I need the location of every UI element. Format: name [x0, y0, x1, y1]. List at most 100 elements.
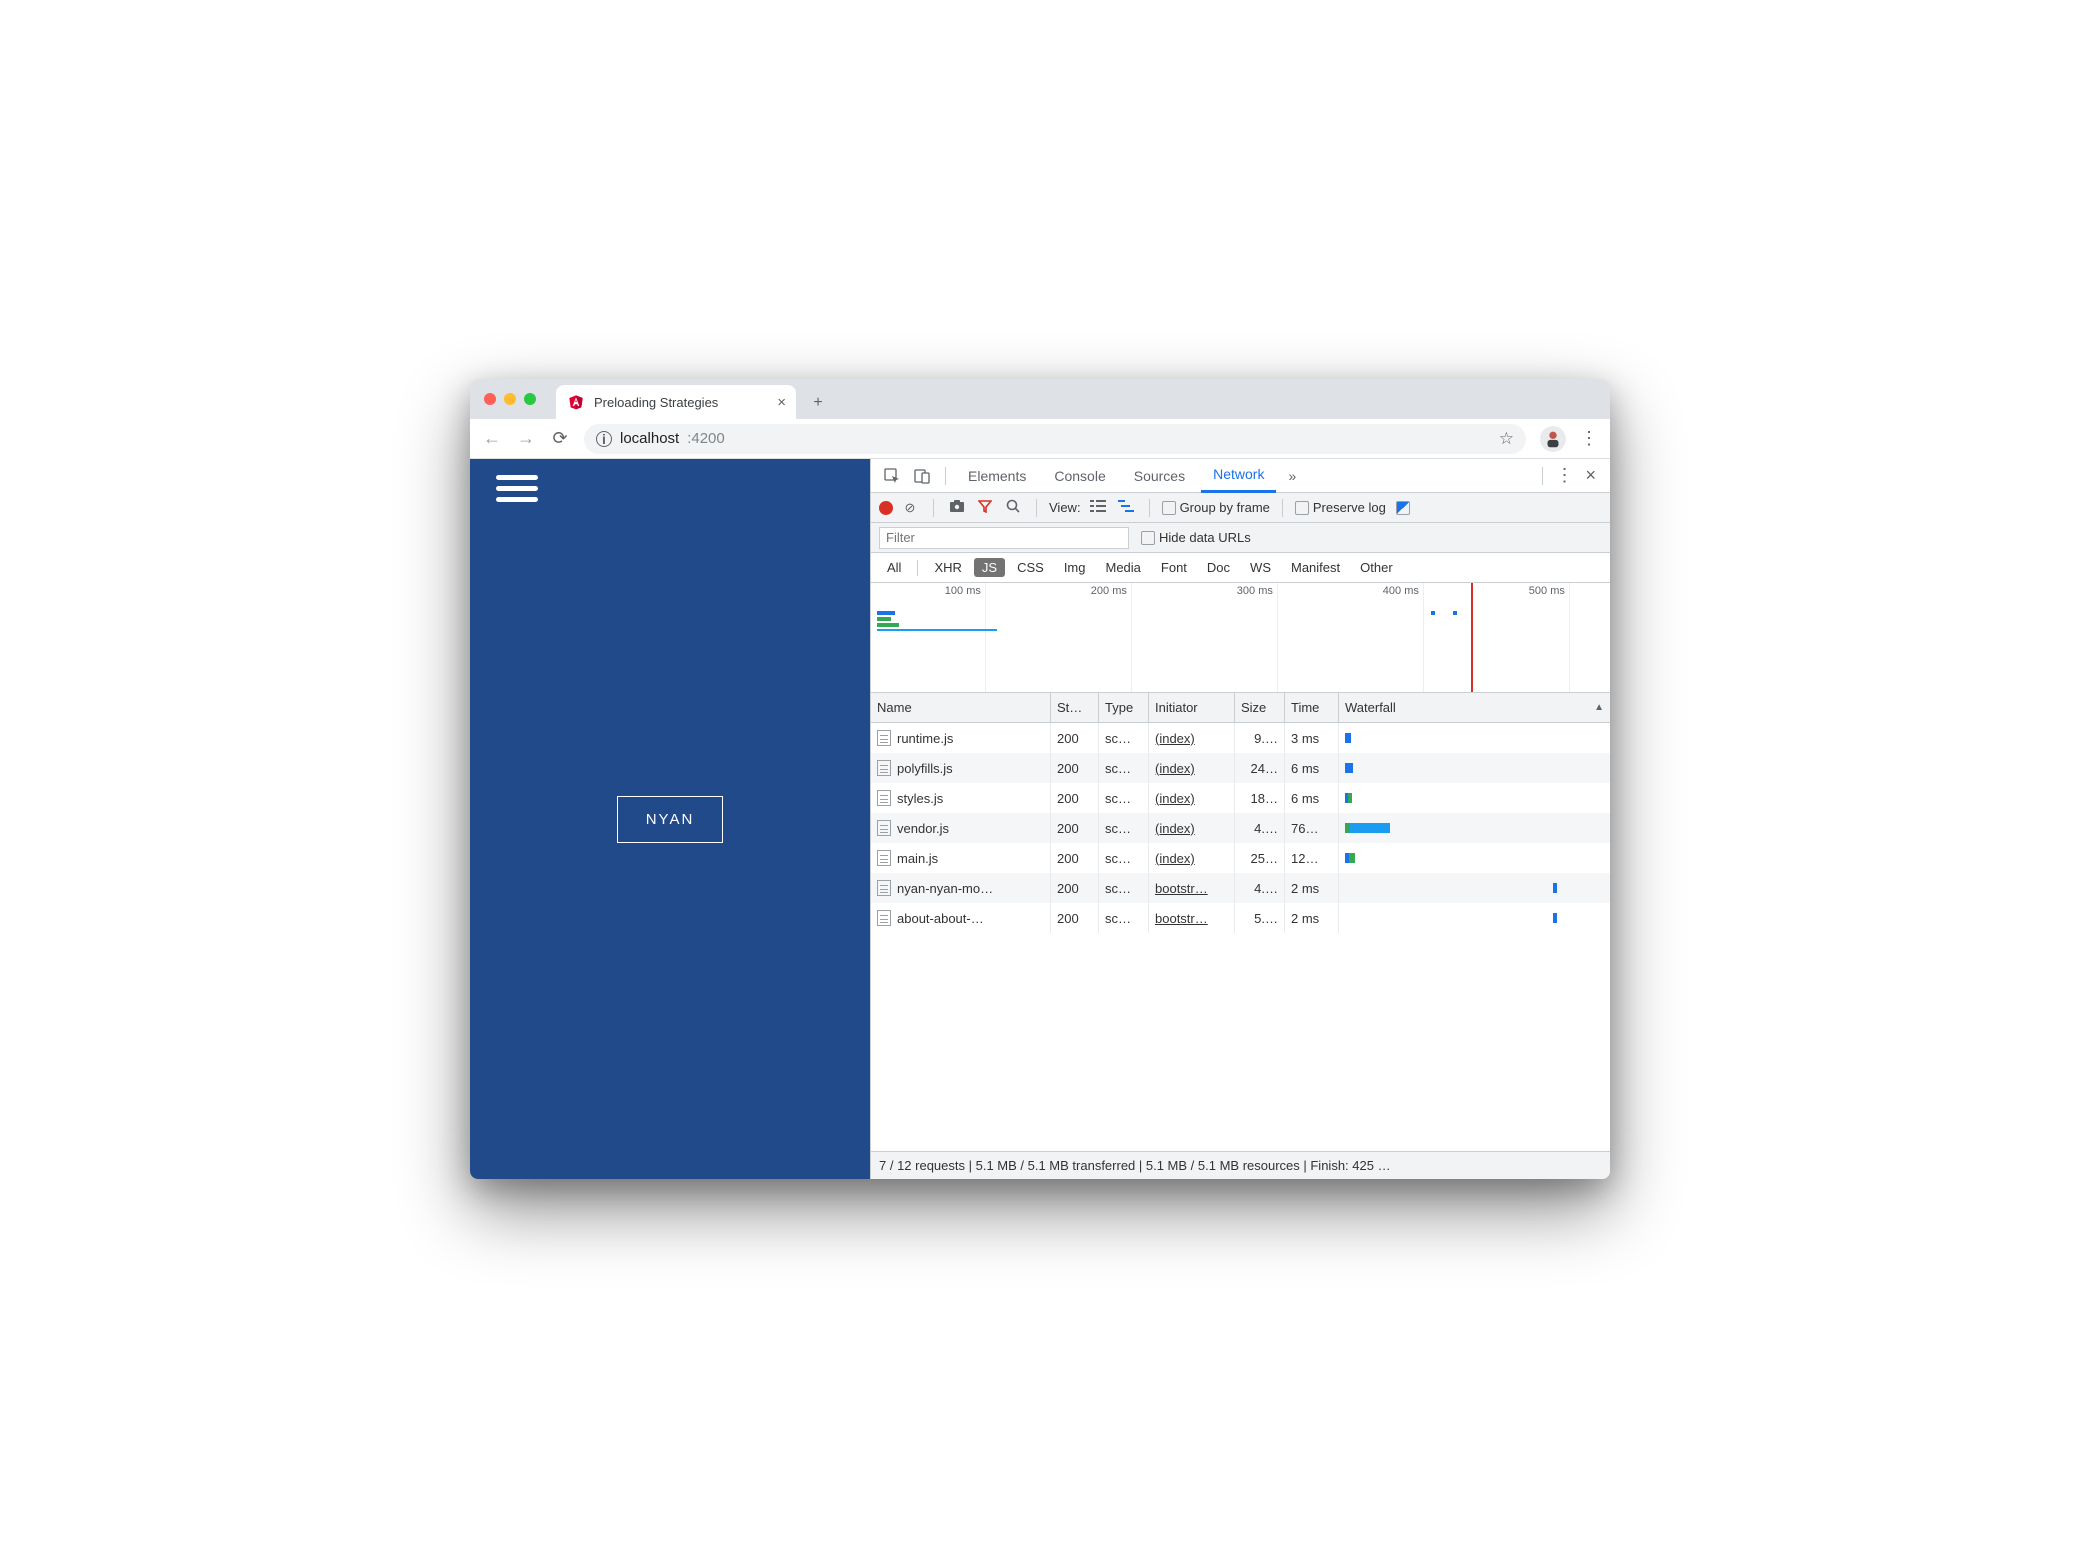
window-controls [484, 393, 536, 405]
type-filter-font[interactable]: Font [1153, 558, 1195, 577]
request-waterfall [1339, 843, 1610, 873]
request-type: sc… [1099, 873, 1149, 903]
type-filter-img[interactable]: Img [1056, 558, 1094, 577]
inspect-element-icon[interactable] [879, 463, 905, 489]
site-info-icon[interactable]: i [596, 431, 612, 447]
network-status-bar: 7 / 12 requests | 5.1 MB / 5.1 MB transf… [871, 1151, 1610, 1179]
request-row[interactable]: polyfills.js200sc…(index)24…6 ms [871, 753, 1610, 783]
request-time: 2 ms [1285, 903, 1339, 933]
devtools-tab-console[interactable]: Console [1042, 459, 1117, 493]
disable-cache-checkbox[interactable] [1396, 500, 1414, 516]
preserve-log-checkbox[interactable]: Preserve log [1295, 500, 1386, 516]
type-filter-js[interactable]: JS [974, 558, 1005, 577]
request-name: nyan-nyan-mo… [897, 881, 993, 896]
overview-tick: 200 ms [1091, 585, 1131, 597]
clear-icon[interactable]: ⊘ [899, 500, 921, 516]
request-row[interactable]: main.js200sc…(index)25…12… [871, 843, 1610, 873]
request-row[interactable]: nyan-nyan-mo…200sc…bootstr…4.…2 ms [871, 873, 1610, 903]
request-initiator[interactable]: bootstr… [1149, 873, 1235, 903]
file-icon [877, 730, 891, 746]
browser-menu-button[interactable]: ⋮ [1580, 428, 1598, 449]
request-size: 4.… [1235, 813, 1285, 843]
request-status: 200 [1051, 783, 1099, 813]
large-rows-icon[interactable] [1087, 500, 1109, 515]
minimize-window-button[interactable] [504, 393, 516, 405]
close-window-button[interactable] [484, 393, 496, 405]
nyan-button[interactable]: NYAN [617, 796, 724, 843]
request-time: 76… [1285, 813, 1339, 843]
type-filter-doc[interactable]: Doc [1199, 558, 1238, 577]
request-status: 200 [1051, 873, 1099, 903]
hide-data-urls-checkbox[interactable]: Hide data URLs [1141, 530, 1251, 546]
address-bar: ← → ⟳ i localhost:4200 ☆ ⋮ [470, 419, 1610, 459]
back-button[interactable]: ← [482, 428, 502, 449]
file-icon [877, 850, 891, 866]
type-filter-other[interactable]: Other [1352, 558, 1401, 577]
close-tab-button[interactable]: × [777, 394, 786, 411]
separator [945, 467, 946, 485]
device-toolbar-icon[interactable] [909, 463, 935, 489]
record-button[interactable] [879, 501, 893, 515]
type-filter-xhr[interactable]: XHR [926, 558, 969, 577]
col-time[interactable]: Time [1285, 693, 1339, 722]
network-type-filter: All XHR JSCSSImgMedia FontDocWSManifestOthe… [871, 553, 1610, 583]
devtools-menu-button[interactable]: ⋮ [1555, 465, 1573, 486]
network-toolbar: ⊘ View: Grou [871, 493, 1610, 523]
col-initiator[interactable]: Initiator [1149, 693, 1235, 722]
devtools-tab-elements[interactable]: Elements [956, 459, 1038, 493]
request-initiator[interactable]: (index) [1149, 843, 1235, 873]
col-status[interactable]: St… [1051, 693, 1099, 722]
screenshot-icon[interactable] [946, 500, 968, 515]
request-name: polyfills.js [897, 761, 953, 776]
type-filter-all[interactable]: All [879, 558, 909, 577]
type-filter-ws[interactable]: WS [1242, 558, 1279, 577]
request-initiator[interactable]: (index) [1149, 723, 1235, 753]
col-type[interactable]: Type [1099, 693, 1149, 722]
maximize-window-button[interactable] [524, 393, 536, 405]
request-waterfall [1339, 813, 1610, 843]
more-tabs-button[interactable]: » [1280, 468, 1304, 484]
overview-tick: 500 ms [1529, 585, 1569, 597]
request-type: sc… [1099, 753, 1149, 783]
bookmark-icon[interactable]: ☆ [1499, 429, 1514, 449]
request-row[interactable]: about-about-…200sc…bootstr…5.…2 ms [871, 903, 1610, 933]
devtools-close-button[interactable]: × [1579, 465, 1602, 486]
request-size: 4.… [1235, 873, 1285, 903]
devtools-tab-sources[interactable]: Sources [1122, 459, 1197, 493]
overview-tick: 100 ms [945, 585, 985, 597]
browser-tab[interactable]: Preloading Strategies × [556, 385, 796, 419]
request-initiator[interactable]: (index) [1149, 753, 1235, 783]
request-initiator[interactable]: bootstr… [1149, 903, 1235, 933]
waterfall-view-icon[interactable] [1115, 500, 1137, 515]
request-row[interactable]: styles.js200sc…(index)18…6 ms [871, 783, 1610, 813]
overview-tick: 400 ms [1383, 585, 1423, 597]
search-icon[interactable] [1002, 499, 1024, 516]
filter-icon[interactable] [974, 499, 996, 516]
hamburger-menu-button[interactable] [496, 475, 538, 502]
request-row[interactable]: vendor.js200sc…(index)4.…76… [871, 813, 1610, 843]
type-filter-css[interactable]: CSS [1009, 558, 1052, 577]
col-waterfall[interactable]: Waterfall▲ [1339, 693, 1610, 722]
request-row[interactable]: runtime.js200sc…(index)9.…3 ms [871, 723, 1610, 753]
reload-button[interactable]: ⟳ [550, 428, 570, 449]
col-size[interactable]: Size [1235, 693, 1285, 722]
request-name: styles.js [897, 791, 943, 806]
new-tab-button[interactable]: + [804, 389, 832, 417]
devtools-tab-network[interactable]: Network [1201, 459, 1276, 493]
request-initiator[interactable]: (index) [1149, 813, 1235, 843]
group-by-frame-checkbox[interactable]: Group by frame [1162, 500, 1270, 516]
network-overview[interactable]: 100 ms 200 ms 300 ms 400 ms 500 ms [871, 583, 1610, 693]
request-initiator[interactable]: (index) [1149, 783, 1235, 813]
type-filter-media[interactable]: Media [1097, 558, 1148, 577]
omnibox[interactable]: i localhost:4200 ☆ [584, 424, 1526, 454]
tab-title: Preloading Strategies [594, 395, 718, 410]
profile-avatar[interactable] [1540, 426, 1566, 452]
overview-tick: 300 ms [1237, 585, 1277, 597]
request-time: 12… [1285, 843, 1339, 873]
type-filter-manifest[interactable]: Manifest [1283, 558, 1348, 577]
forward-button[interactable]: → [516, 428, 536, 449]
col-name[interactable]: Name [871, 693, 1051, 722]
request-waterfall [1339, 783, 1610, 813]
file-icon [877, 880, 891, 896]
filter-input[interactable] [879, 527, 1129, 549]
